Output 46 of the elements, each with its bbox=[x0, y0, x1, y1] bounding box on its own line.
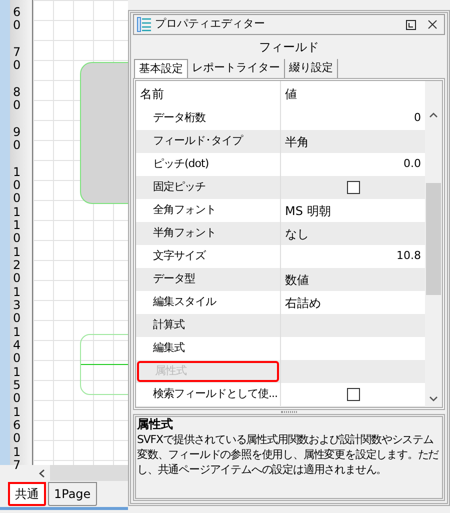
sheet-tab[interactable]: 共通 bbox=[8, 482, 46, 506]
property-name[interactable]: 検索フィールドとして使... bbox=[137, 384, 279, 405]
property-checkbox[interactable] bbox=[346, 181, 360, 194]
ruler-label: 90 bbox=[13, 126, 22, 152]
description-title: 属性式 bbox=[137, 417, 174, 432]
property-name[interactable]: ピッチ(dot) bbox=[137, 154, 279, 175]
ruler-label: 80 bbox=[13, 86, 22, 112]
ruler-label: 120 bbox=[13, 246, 22, 286]
property-checkbox[interactable] bbox=[346, 388, 360, 401]
window-title: プロパティエディター bbox=[155, 16, 266, 32]
property-name[interactable]: 文字サイズ bbox=[137, 246, 279, 267]
property-name[interactable]: データ桁数 bbox=[137, 108, 279, 129]
ruler-label: 100 bbox=[13, 166, 22, 206]
property-name[interactable]: 半角フォント bbox=[137, 223, 279, 244]
close-icon bbox=[428, 20, 436, 29]
property-tab[interactable]: 基本設定 bbox=[134, 59, 188, 78]
ruler-label: 160 bbox=[13, 406, 22, 446]
ruler-label: 110 bbox=[13, 206, 22, 246]
ruler-label: 60 bbox=[13, 6, 22, 32]
scrollbar-thumb[interactable] bbox=[426, 183, 441, 295]
column-header: 値 bbox=[284, 86, 298, 103]
property-value[interactable]: なし bbox=[285, 224, 309, 242]
property-name[interactable]: 編集式 bbox=[137, 338, 279, 359]
property-value[interactable]: 0 bbox=[414, 110, 421, 127]
horizontal-scrollbar[interactable] bbox=[50, 465, 128, 481]
property-value[interactable]: MS 明朝 bbox=[285, 202, 331, 220]
ruler-label: 70 bbox=[13, 46, 22, 72]
vertical-scrollbar[interactable] bbox=[425, 81, 442, 407]
description-text: SVFXで提供されている属性式用関数および設計関数やシステム変数、フィールドの参照を使用し、属性変更を設定します。ただし、共通ページアイテムへの設定は適用されません。 bbox=[137, 432, 440, 477]
property-name[interactable]: フィールド･タイプ bbox=[137, 131, 279, 152]
restore-icon bbox=[406, 20, 416, 30]
property-value[interactable]: 半角 bbox=[285, 132, 309, 150]
property-name[interactable]: データ型 bbox=[137, 269, 279, 290]
property-name[interactable]: 全角フォント bbox=[137, 200, 279, 221]
property-value[interactable]: 0.0 bbox=[404, 156, 421, 173]
ruler-label: 150 bbox=[13, 366, 22, 406]
property-name[interactable]: 編集スタイル bbox=[137, 292, 279, 313]
ruler-label: 130 bbox=[13, 286, 22, 326]
property-value[interactable]: 10.8 bbox=[396, 248, 421, 265]
property-value[interactable]: 数値 bbox=[285, 270, 309, 288]
list-icon bbox=[137, 17, 151, 32]
ruler-label: 140 bbox=[13, 326, 22, 366]
property-value[interactable]: 右詰め bbox=[285, 294, 321, 312]
object-heading: フィールド bbox=[259, 39, 319, 56]
sheet-tab[interactable]: 1Page bbox=[48, 482, 97, 506]
ruler-label: 17 bbox=[13, 446, 22, 472]
